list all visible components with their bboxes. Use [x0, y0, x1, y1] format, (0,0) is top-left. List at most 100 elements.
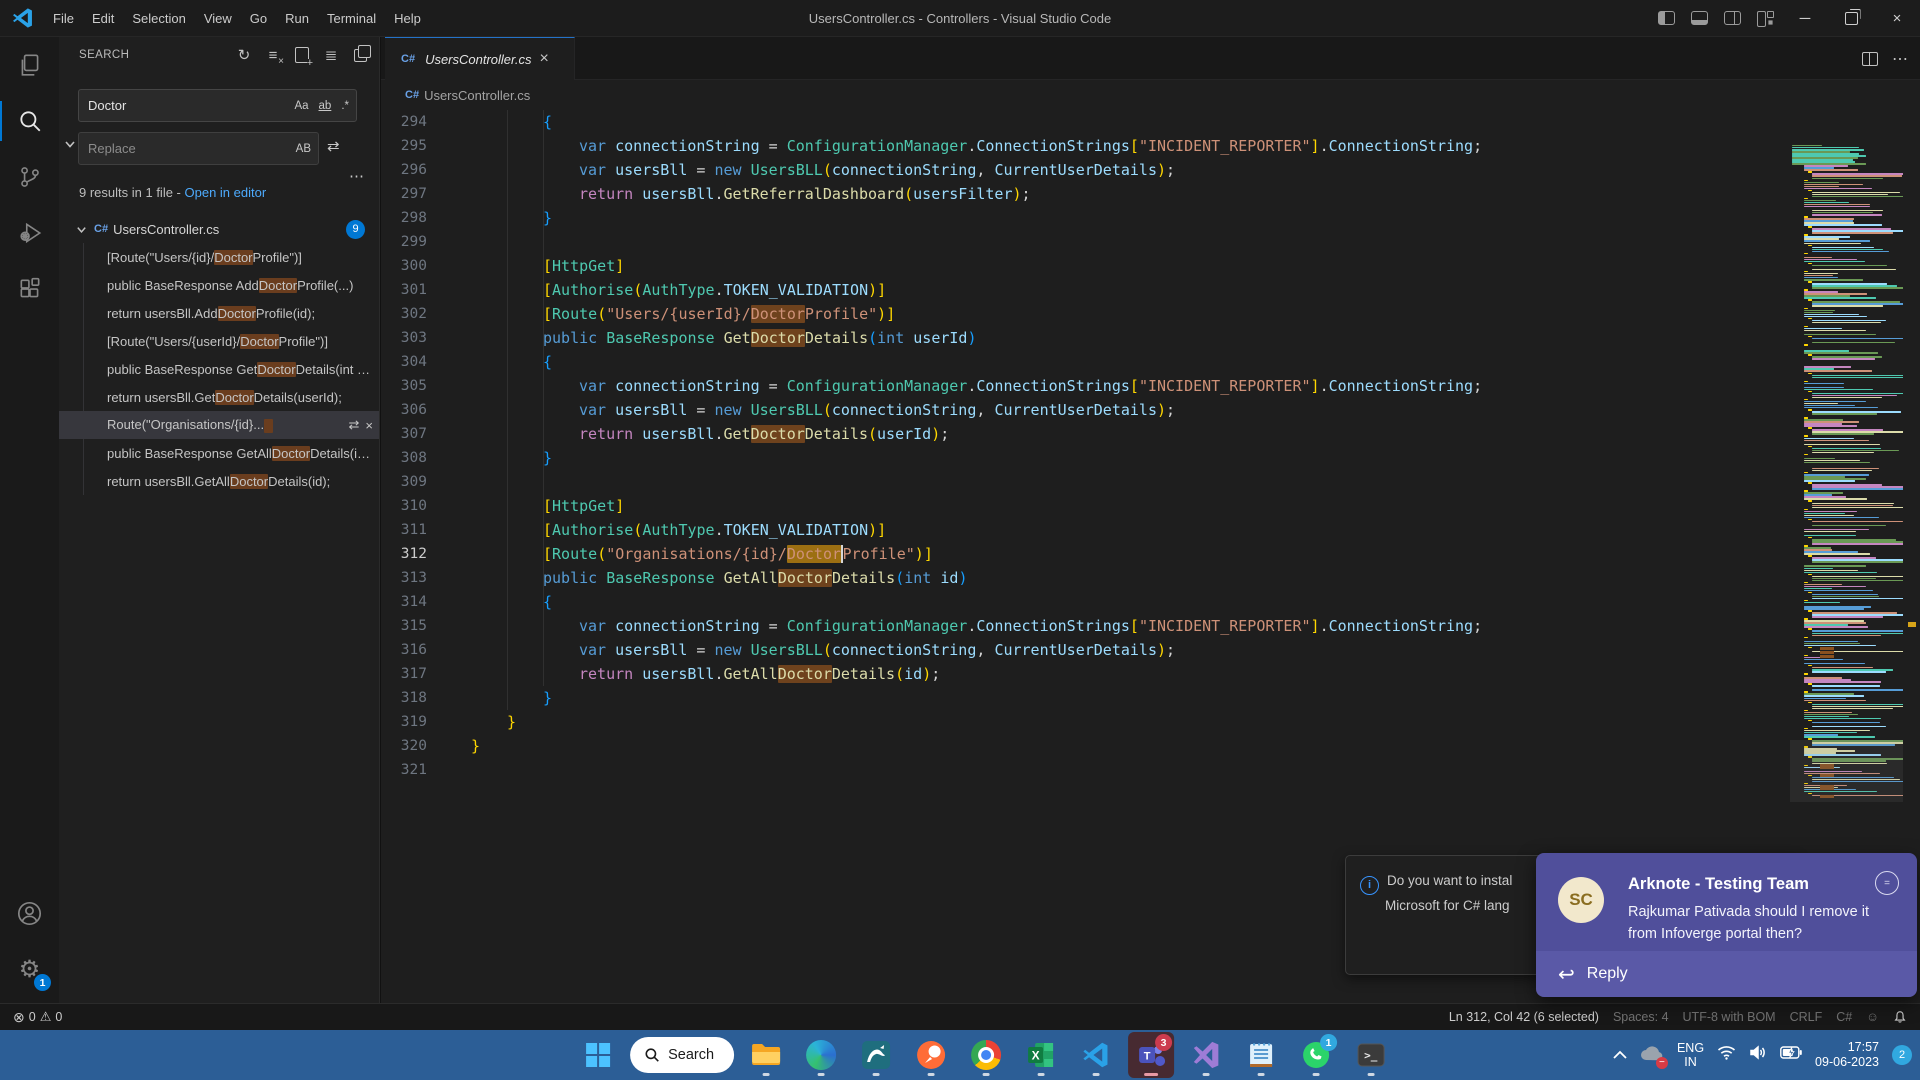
- menu-view[interactable]: View: [195, 7, 241, 30]
- search-result-7[interactable]: Route("Organisations/{id}... ⇄×: [59, 411, 379, 439]
- run-debug-icon[interactable]: [0, 205, 59, 261]
- mysql-workbench-icon[interactable]: [853, 1032, 899, 1078]
- code-line-308[interactable]: 308}: [381, 446, 1790, 470]
- source-control-icon[interactable]: [0, 149, 59, 205]
- replace-all-icon[interactable]: ⇄: [327, 137, 340, 155]
- code-line-294[interactable]: 294{: [381, 110, 1790, 134]
- file-explorer-icon[interactable]: [743, 1032, 789, 1078]
- search-result-1[interactable]: [Route("Users/{id}/DoctorProfile")]: [59, 243, 379, 271]
- vscode-taskbar-icon[interactable]: [1073, 1032, 1119, 1078]
- result-file-row[interactable]: C# UsersController.cs 9: [59, 215, 379, 243]
- code-line-299[interactable]: 299: [381, 230, 1790, 254]
- code-line-319[interactable]: 319}: [381, 710, 1790, 734]
- menu-selection[interactable]: Selection: [123, 7, 194, 30]
- eol-status[interactable]: CRLF: [1783, 1010, 1830, 1024]
- search-input[interactable]: Doctor Aa ab .*: [78, 89, 357, 122]
- code-line-297[interactable]: 297return usersBll.GetReferralDashboard(…: [381, 182, 1790, 206]
- code-line-304[interactable]: 304{: [381, 350, 1790, 374]
- notifications-bell-icon[interactable]: [1886, 1010, 1914, 1024]
- postman-icon[interactable]: [908, 1032, 954, 1078]
- chrome-icon[interactable]: [963, 1032, 1009, 1078]
- cursor-position[interactable]: Ln 312, Col 42 (6 selected): [1442, 1010, 1606, 1024]
- code-line-311[interactable]: 311[Authorise(AuthType.TOKEN_VALIDATION)…: [381, 518, 1790, 542]
- taskbar-clock[interactable]: 17:5709-06-2023: [1815, 1040, 1879, 1070]
- menu-terminal[interactable]: Terminal: [318, 7, 385, 30]
- code-line-305[interactable]: 305var connectionString = ConfigurationM…: [381, 374, 1790, 398]
- replace-match-icon[interactable]: ⇄: [349, 417, 360, 433]
- menu-edit[interactable]: Edit: [83, 7, 123, 30]
- menu-go[interactable]: Go: [241, 7, 276, 30]
- menu-file[interactable]: File: [44, 7, 83, 30]
- search-icon[interactable]: [0, 93, 59, 149]
- whatsapp-icon[interactable]: 1: [1293, 1032, 1339, 1078]
- split-editor-icon[interactable]: [1862, 52, 1878, 66]
- tray-chevron-icon[interactable]: [1613, 1046, 1627, 1064]
- search-result-8[interactable]: public BaseResponse GetAllDoctorDetails(…: [59, 439, 379, 467]
- toggle-secondary-sidebar-icon[interactable]: [1724, 11, 1741, 25]
- code-line-309[interactable]: 309: [381, 470, 1790, 494]
- search-result-6[interactable]: return usersBll.GetDoctorDetails(userId)…: [59, 383, 379, 411]
- editor-more-actions-icon[interactable]: ⋯: [1892, 49, 1908, 69]
- breadcrumb[interactable]: C# UsersController.cs: [381, 80, 1920, 110]
- menu-help[interactable]: Help: [385, 7, 430, 30]
- edge-icon[interactable]: [798, 1032, 844, 1078]
- code-line-310[interactable]: 310[HttpGet]: [381, 494, 1790, 518]
- menu-run[interactable]: Run: [276, 7, 318, 30]
- visual-studio-icon[interactable]: [1183, 1032, 1229, 1078]
- language-mode[interactable]: C#: [1829, 1010, 1859, 1024]
- terminal-icon[interactable]: >_: [1348, 1032, 1394, 1078]
- notification-count-badge[interactable]: 2: [1892, 1045, 1912, 1065]
- open-in-editor-link[interactable]: Open in editor: [185, 185, 267, 200]
- feedback-icon[interactable]: ☺: [1859, 1010, 1886, 1024]
- code-line-318[interactable]: 318}: [381, 686, 1790, 710]
- search-result-4[interactable]: [Route("Users/{userId}/DoctorProfile")]: [59, 327, 379, 355]
- replace-input[interactable]: Replace AB: [78, 132, 319, 165]
- search-result-9[interactable]: return usersBll.GetAllDoctorDetails(id);: [59, 467, 379, 495]
- customize-layout-icon[interactable]: [1757, 11, 1774, 25]
- settings-gear-icon[interactable]: ⚙ 1: [0, 941, 59, 997]
- indentation-status[interactable]: Spaces: 4: [1606, 1010, 1676, 1024]
- new-search-editor-icon[interactable]: [291, 44, 313, 66]
- code-line-301[interactable]: 301[Authorise(AuthType.TOKEN_VALIDATION)…: [381, 278, 1790, 302]
- account-icon[interactable]: [0, 885, 59, 941]
- regex-icon[interactable]: .*: [338, 98, 352, 114]
- search-result-2[interactable]: public BaseResponse AddDoctorProfile(...…: [59, 271, 379, 299]
- tab-close-icon[interactable]: ×: [540, 50, 549, 68]
- reply-button[interactable]: ↩ Reply: [1536, 951, 1917, 997]
- code-line-316[interactable]: 316var usersBll = new UsersBLL(connectio…: [381, 638, 1790, 662]
- tab-userscontroller[interactable]: C# UsersController.cs ×: [385, 37, 575, 80]
- toggle-replace-chevron[interactable]: [63, 137, 77, 156]
- teams-icon[interactable]: T 3: [1128, 1032, 1174, 1078]
- toggle-sidebar-icon[interactable]: [1658, 11, 1675, 25]
- language-indicator[interactable]: ENGIN: [1677, 1041, 1704, 1069]
- excel-icon[interactable]: X: [1018, 1032, 1064, 1078]
- code-line-307[interactable]: 307return usersBll.GetDoctorDetails(user…: [381, 422, 1790, 446]
- volume-icon[interactable]: [1749, 1045, 1767, 1065]
- code-line-303[interactable]: 303public BaseResponse GetDoctorDetails(…: [381, 326, 1790, 350]
- close-button[interactable]: ×: [1874, 0, 1920, 37]
- preserve-case-icon[interactable]: AB: [293, 141, 314, 157]
- code-line-298[interactable]: 298}: [381, 206, 1790, 230]
- code-line-312[interactable]: 312[Route("Organisations/{id}/DoctorProf…: [381, 542, 1790, 566]
- search-result-3[interactable]: return usersBll.AddDoctorProfile(id);: [59, 299, 379, 327]
- refresh-icon[interactable]: ↻: [233, 44, 255, 66]
- onedrive-icon[interactable]: −: [1640, 1045, 1664, 1066]
- dismiss-match-icon[interactable]: ×: [365, 418, 373, 433]
- problems-status[interactable]: ⊗0 ⚠0: [6, 1009, 69, 1026]
- view-as-list-icon[interactable]: ≣: [320, 44, 342, 66]
- code-line-296[interactable]: 296var usersBll = new UsersBLL(connectio…: [381, 158, 1790, 182]
- extensions-icon[interactable]: [0, 261, 59, 317]
- code-line-317[interactable]: 317return usersBll.GetAllDoctorDetails(i…: [381, 662, 1790, 686]
- teams-notification[interactable]: SC Arknote - Testing Team Rajkumar Pativ…: [1536, 853, 1917, 997]
- start-button[interactable]: [575, 1032, 621, 1078]
- breadcrumb-item[interactable]: UsersController.cs: [424, 88, 530, 103]
- code-line-313[interactable]: 313public BaseResponse GetAllDoctorDetai…: [381, 566, 1790, 590]
- collapse-all-icon[interactable]: [349, 44, 371, 66]
- minimize-button[interactable]: ─: [1782, 0, 1828, 37]
- taskbar-search[interactable]: Search: [630, 1037, 734, 1073]
- explorer-icon[interactable]: [0, 37, 59, 93]
- code-line-321[interactable]: 321: [381, 758, 1790, 782]
- code-line-295[interactable]: 295var connectionString = ConfigurationM…: [381, 134, 1790, 158]
- code-line-300[interactable]: 300[HttpGet]: [381, 254, 1790, 278]
- whole-word-icon[interactable]: ab: [316, 98, 335, 114]
